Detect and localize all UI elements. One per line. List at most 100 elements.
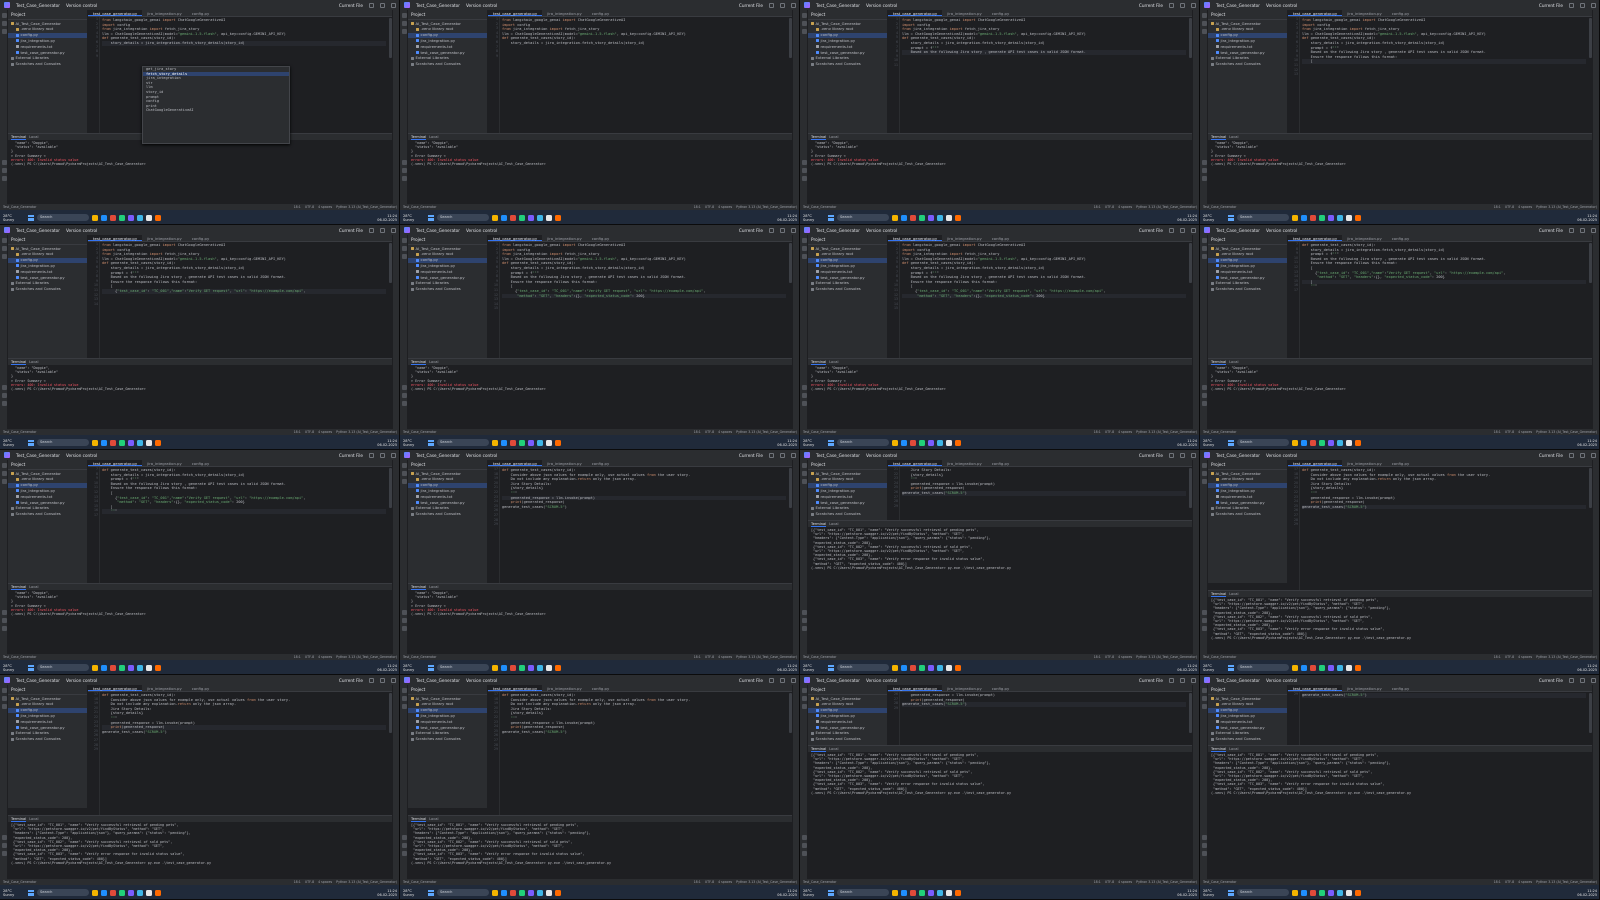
caret-position[interactable]: 18:1	[1094, 430, 1101, 434]
structure-icon[interactable]	[401, 254, 407, 259]
project-panel-header[interactable]: Project	[408, 10, 487, 20]
indent-setting[interactable]: 4 spaces	[318, 880, 332, 884]
taskbar-search[interactable]: Search	[837, 889, 889, 896]
terminal-tab[interactable]: Terminal	[1211, 360, 1227, 365]
run-icon[interactable]	[1201, 393, 1207, 398]
local-tab[interactable]: Local	[429, 817, 438, 821]
run-icon[interactable]	[801, 618, 807, 623]
edge-browser-icon[interactable]	[901, 664, 907, 671]
terminal-tab[interactable]: Terminal	[1211, 135, 1227, 140]
teams-icon[interactable]	[1328, 664, 1334, 671]
project-title[interactable]: Test_Case_Generator	[1216, 453, 1260, 458]
file-encoding[interactable]: UTF-8	[305, 430, 314, 434]
close-icon[interactable]	[791, 227, 796, 233]
interpreter-selector[interactable]: Python 3.13 (AI_Test_Case_Generator)	[1536, 655, 1597, 659]
run-icon[interactable]	[801, 393, 807, 398]
code-line[interactable]: generate_test_cases("SCRUM-5")	[1302, 504, 1586, 510]
code-area[interactable]: def generate_test_cases(story_id): Consi…	[502, 693, 786, 815]
chrome-icon[interactable]	[110, 664, 116, 671]
structure-icon[interactable]	[801, 29, 807, 34]
local-tab[interactable]: Local	[1229, 592, 1238, 596]
editor-tab[interactable]: config.py	[987, 460, 1014, 466]
version-control-menu[interactable]: Version control	[466, 678, 497, 683]
project-tree-item[interactable]: Scratches and Consoles	[808, 61, 887, 67]
maximize-icon[interactable]	[780, 227, 785, 233]
editor-tab[interactable]: test_case_generator.py	[1288, 235, 1343, 241]
minimize-icon[interactable]	[369, 452, 374, 458]
outlook-icon[interactable]	[537, 439, 543, 446]
folder-icon[interactable]	[801, 238, 807, 243]
notepad-icon[interactable]	[546, 889, 552, 896]
editor-tab[interactable]: jira_integration.py	[1342, 460, 1387, 466]
windows-start-icon[interactable]	[28, 664, 34, 671]
weather-widget[interactable]: 28°C Sunny	[3, 889, 25, 897]
teams-icon[interactable]	[928, 664, 934, 671]
version-control-menu[interactable]: Version control	[466, 228, 497, 233]
project-tree-item[interactable]: Scratches and Consoles	[808, 736, 887, 742]
terminal-output[interactable]: "name": "Doggie", "status": "available"}…	[808, 140, 1192, 210]
editor-tab[interactable]: test_case_generator.py	[888, 235, 943, 241]
project-title[interactable]: Test_Case_Generator	[16, 453, 60, 458]
project-panel-header[interactable]: Project	[8, 460, 87, 470]
system-clock[interactable]: 11:24 06-02-2025	[777, 214, 797, 222]
folder-icon[interactable]	[401, 13, 407, 18]
system-clock[interactable]: 11:24 06-02-2025	[377, 439, 397, 447]
outlook-icon[interactable]	[537, 214, 543, 221]
minimize-icon[interactable]	[1169, 677, 1174, 683]
editor-tab[interactable]: config.py	[587, 10, 614, 16]
terminal-tab[interactable]: Terminal	[11, 135, 27, 140]
editor-tab[interactable]: test_case_generator.py	[88, 685, 143, 691]
minimize-icon[interactable]	[769, 677, 774, 683]
terminal-icon[interactable]	[1, 385, 7, 390]
outlook-icon[interactable]	[1337, 889, 1343, 896]
editor-tab[interactable]: config.py	[187, 460, 214, 466]
close-icon[interactable]	[391, 677, 396, 683]
run-config-selector[interactable]: Current File	[339, 228, 363, 233]
terminal-tab[interactable]: Terminal	[411, 585, 427, 590]
edge-browser-icon[interactable]	[1301, 889, 1307, 896]
problems-icon[interactable]	[801, 851, 807, 856]
maximize-icon[interactable]	[1180, 2, 1185, 8]
breadcrumb[interactable]: Test_Case_Generator	[803, 880, 836, 884]
interpreter-selector[interactable]: Python 3.13 (AI_Test_Case_Generator)	[336, 655, 397, 659]
code-area[interactable]: from langchain_google_genai import ChatG…	[102, 243, 386, 358]
interpreter-selector[interactable]: Python 3.13 (AI_Test_Case_Generator)	[336, 430, 397, 434]
file-encoding[interactable]: UTF-8	[305, 655, 314, 659]
run-icon[interactable]	[401, 168, 407, 173]
local-tab[interactable]: Local	[429, 585, 438, 589]
run-config-selector[interactable]: Current File	[339, 3, 363, 8]
editor-tab[interactable]: config.py	[987, 685, 1014, 691]
edge-browser-icon[interactable]	[101, 889, 107, 896]
minimize-icon[interactable]	[369, 677, 374, 683]
editor-tab[interactable]: config.py	[587, 460, 614, 466]
project-tree-item[interactable]: Scratches and Consoles	[808, 511, 887, 517]
weather-widget[interactable]: 28°C Sunny	[803, 439, 825, 447]
edge-browser-icon[interactable]	[1301, 214, 1307, 221]
chrome-icon[interactable]	[1310, 214, 1316, 221]
code-area[interactable]: generated_response = llm.invoke(prompt) …	[902, 693, 1186, 745]
file-encoding[interactable]: UTF-8	[1105, 655, 1114, 659]
maximize-icon[interactable]	[1580, 677, 1585, 683]
system-clock[interactable]: 11:24 06-02-2025	[377, 889, 397, 897]
editor-tab[interactable]: test_case_generator.py	[488, 235, 543, 241]
system-clock[interactable]: 11:24 06-02-2025	[777, 664, 797, 672]
indent-setting[interactable]: 4 spaces	[1118, 205, 1132, 209]
weather-widget[interactable]: 28°C Sunny	[1203, 664, 1225, 672]
teams-icon[interactable]	[928, 214, 934, 221]
project-title[interactable]: Test_Case_Generator	[1216, 3, 1260, 8]
structure-icon[interactable]	[1201, 479, 1207, 484]
editor-tab[interactable]: test_case_generator.py	[888, 460, 943, 466]
folder-icon[interactable]	[1201, 688, 1207, 693]
problems-icon[interactable]	[801, 626, 807, 631]
chrome-icon[interactable]	[1310, 889, 1316, 896]
interpreter-selector[interactable]: Python 3.13 (AI_Test_Case_Generator)	[336, 205, 397, 209]
taskbar-search[interactable]: Search	[37, 214, 89, 221]
structure-icon[interactable]	[401, 704, 407, 709]
editor-tab[interactable]: jira_integration.py	[1342, 10, 1387, 16]
editor-tab[interactable]: config.py	[1387, 10, 1414, 16]
interpreter-selector[interactable]: Python 3.13 (AI_Test_Case_Generator)	[736, 205, 797, 209]
structure-icon[interactable]	[1201, 704, 1207, 709]
editor-tab[interactable]: test_case_generator.py	[88, 235, 143, 241]
teams-icon[interactable]	[128, 439, 134, 446]
recorder-icon[interactable]	[1355, 664, 1361, 671]
